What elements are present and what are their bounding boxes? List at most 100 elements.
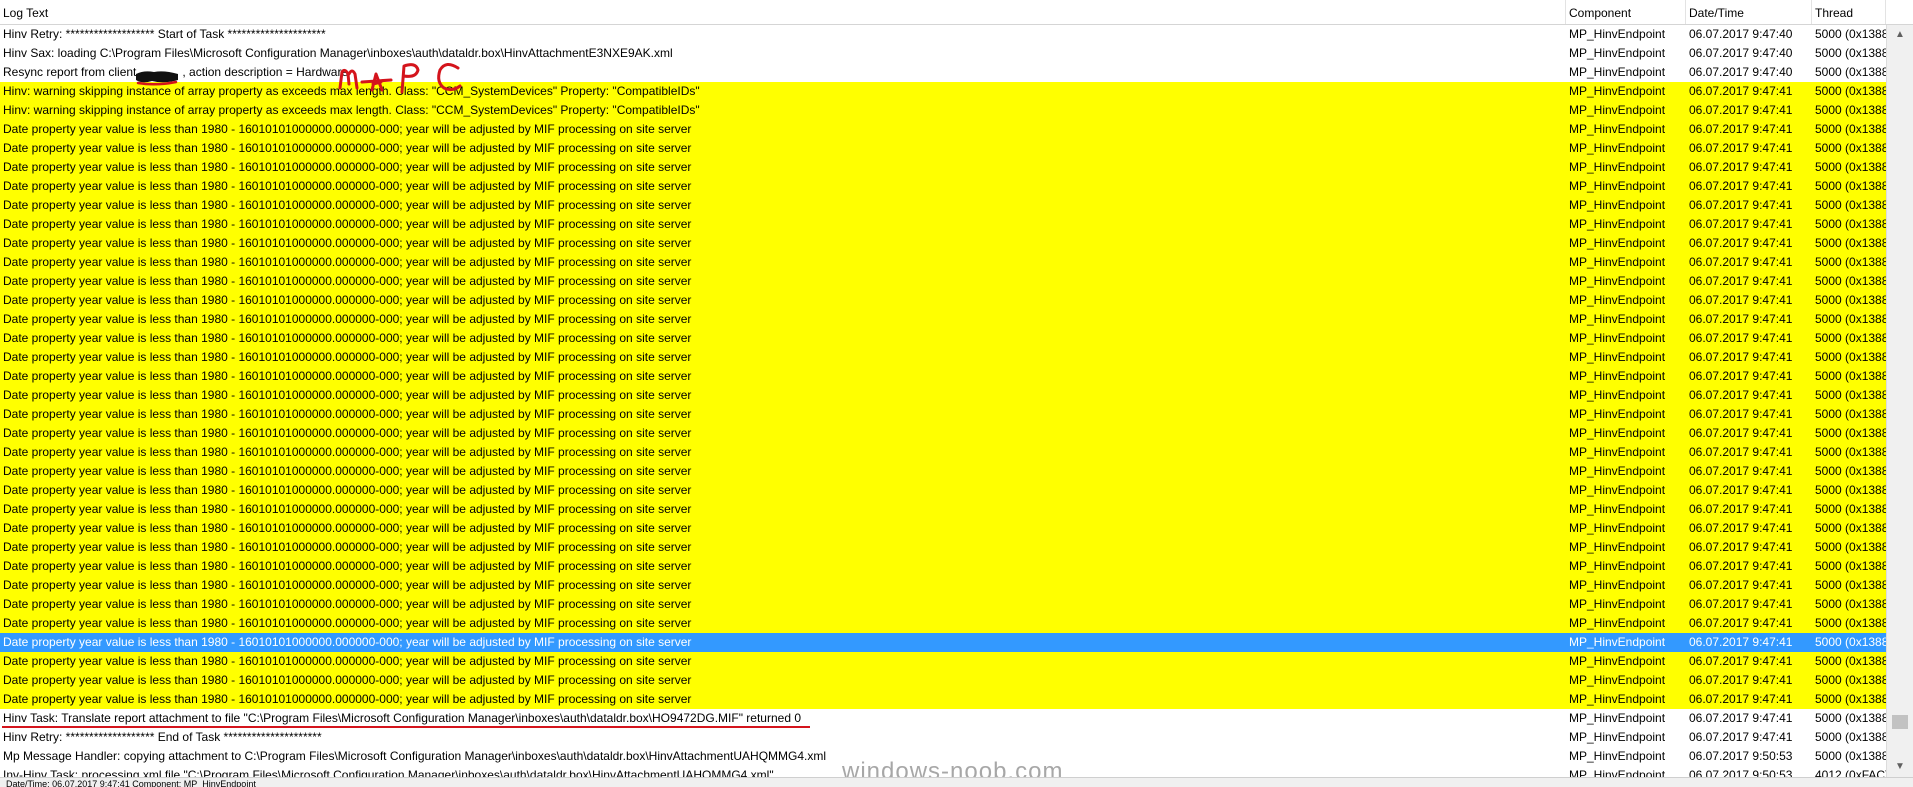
log-row[interactable]: Date property year value is less than 19… <box>0 367 1886 386</box>
component-cell: MP_HinvEndpoint <box>1569 407 1666 421</box>
datetime-cell: 06.07.2017 9:47:41 <box>1689 483 1793 497</box>
log-row[interactable]: Date property year value is less than 19… <box>0 462 1886 481</box>
log-text-cell: Date property year value is less than 19… <box>3 464 692 478</box>
log-row[interactable]: Date property year value is less than 19… <box>0 538 1886 557</box>
log-row[interactable]: Date property year value is less than 19… <box>0 576 1886 595</box>
thread-cell: 5000 (0x1388) <box>1815 388 1886 402</box>
log-row[interactable]: Hinv Retry: ******************* End of T… <box>0 728 1886 747</box>
thread-cell: 5000 (0x1388) <box>1815 331 1886 345</box>
log-row[interactable]: Date property year value is less than 19… <box>0 253 1886 272</box>
thread-cell: 5000 (0x1388) <box>1815 312 1886 326</box>
log-text-cell: Hinv: warning skipping instance of array… <box>3 103 700 117</box>
datetime-cell: 06.07.2017 9:47:41 <box>1689 426 1793 440</box>
log-row[interactable]: Date property year value is less than 19… <box>0 519 1886 538</box>
datetime-cell: 06.07.2017 9:47:41 <box>1689 692 1793 706</box>
datetime-cell: 06.07.2017 9:47:41 <box>1689 730 1793 744</box>
scroll-thumb[interactable] <box>1892 715 1908 729</box>
thread-cell: 5000 (0x1388) <box>1815 654 1886 668</box>
thread-cell: 5000 (0x1388) <box>1815 103 1886 117</box>
log-row[interactable]: Date property year value is less than 19… <box>0 443 1886 462</box>
column-header-component[interactable]: Component <box>1566 0 1686 24</box>
component-cell: MP_HinvEndpoint <box>1569 692 1666 706</box>
log-row[interactable]: Date property year value is less than 19… <box>0 481 1886 500</box>
log-row[interactable]: Hinv: warning skipping instance of array… <box>0 82 1886 101</box>
log-row[interactable]: Hinv Sax: loading C:\Program Files\Micro… <box>0 44 1886 63</box>
log-row[interactable]: Hinv Task: Translate report attachment t… <box>0 709 1886 728</box>
log-row[interactable]: Date property year value is less than 19… <box>0 652 1886 671</box>
log-row[interactable]: Date property year value is less than 19… <box>0 329 1886 348</box>
log-text-cell: Date property year value is less than 19… <box>3 122 692 136</box>
component-cell: MP_HinvEndpoint <box>1569 749 1666 763</box>
log-text-cell: Date property year value is less than 19… <box>3 293 692 307</box>
component-cell: MP_HinvEndpoint <box>1569 46 1666 60</box>
log-row[interactable]: Date property year value is less than 19… <box>0 500 1886 519</box>
component-cell: MP_HinvEndpoint <box>1569 350 1666 364</box>
datetime-cell: 06.07.2017 9:47:41 <box>1689 673 1793 687</box>
thread-cell: 5000 (0x1388) <box>1815 122 1886 136</box>
thread-cell: 5000 (0x1388) <box>1815 616 1886 630</box>
datetime-cell: 06.07.2017 9:47:40 <box>1689 27 1793 41</box>
log-list[interactable]: Hinv Retry: ******************* Start of… <box>0 25 1886 777</box>
thread-cell: 5000 (0x1388) <box>1815 27 1886 41</box>
log-row[interactable]: Date property year value is less than 19… <box>0 158 1886 177</box>
detail-pane: Date/Time: 06.07.2017 9:47:41 Component:… <box>0 777 1913 787</box>
log-row[interactable]: Date property year value is less than 19… <box>0 348 1886 367</box>
column-header-datetime[interactable]: Date/Time <box>1686 0 1812 24</box>
log-row[interactable]: Date property year value is less than 19… <box>0 272 1886 291</box>
log-row[interactable]: Date property year value is less than 19… <box>0 120 1886 139</box>
log-row[interactable]: Date property year value is less than 19… <box>0 310 1886 329</box>
datetime-cell: 06.07.2017 9:47:41 <box>1689 540 1793 554</box>
scroll-down-arrow-icon[interactable]: ▼ <box>1887 757 1913 777</box>
log-text-cell: Mp Message Handler: copying attachment t… <box>3 749 827 763</box>
column-header-log-text[interactable]: Log Text <box>0 0 1566 24</box>
thread-cell: 5000 (0x1388) <box>1815 236 1886 250</box>
log-row[interactable]: Date property year value is less than 19… <box>0 139 1886 158</box>
log-row[interactable]: Resync report from client , action descri… <box>0 63 1886 82</box>
log-text-part: , action description = Hardware <box>182 65 349 79</box>
datetime-cell: 06.07.2017 9:47:41 <box>1689 293 1793 307</box>
log-text-cell: Date property year value is less than 19… <box>3 236 692 250</box>
thread-cell: 5000 (0x1388) <box>1815 597 1886 611</box>
log-row[interactable]: Hinv Retry: ******************* Start of… <box>0 25 1886 44</box>
log-row[interactable]: Date property year value is less than 19… <box>0 215 1886 234</box>
component-cell: MP_HinvEndpoint <box>1569 521 1666 535</box>
component-cell: MP_HinvEndpoint <box>1569 597 1666 611</box>
thread-cell: 5000 (0x1388) <box>1815 578 1886 592</box>
log-row[interactable]: Hinv: warning skipping instance of array… <box>0 101 1886 120</box>
log-text-cell: Date property year value is less than 19… <box>3 578 692 592</box>
log-row[interactable]: Date property year value is less than 19… <box>0 405 1886 424</box>
datetime-cell: 06.07.2017 9:47:41 <box>1689 597 1793 611</box>
handwritten-annotation <box>338 63 462 94</box>
datetime-cell: 06.07.2017 9:47:41 <box>1689 407 1793 421</box>
datetime-cell: 06.07.2017 9:47:41 <box>1689 559 1793 573</box>
component-cell: MP_HinvEndpoint <box>1569 331 1666 345</box>
datetime-cell: 06.07.2017 9:47:41 <box>1689 198 1793 212</box>
log-row[interactable]: Date property year value is less than 19… <box>0 234 1886 253</box>
scroll-up-arrow-icon[interactable]: ▲ <box>1887 25 1913 45</box>
log-row[interactable]: Date property year value is less than 19… <box>0 671 1886 690</box>
log-text-cell: Date property year value is less than 19… <box>3 141 692 155</box>
datetime-cell: 06.07.2017 9:47:41 <box>1689 217 1793 231</box>
log-row[interactable]: Date property year value is less than 19… <box>0 291 1886 310</box>
datetime-cell: 06.07.2017 9:47:41 <box>1689 654 1793 668</box>
thread-cell: 5000 (0x1388) <box>1815 521 1886 535</box>
component-cell: MP_HinvEndpoint <box>1569 673 1666 687</box>
log-row[interactable]: Date property year value is less than 19… <box>0 386 1886 405</box>
log-text-cell: Date property year value is less than 19… <box>3 369 692 383</box>
log-text-cell: Date property year value is less than 19… <box>3 559 692 573</box>
vertical-scrollbar[interactable]: ▲ ▼ <box>1886 25 1913 777</box>
log-row[interactable]: Date property year value is less than 19… <box>0 557 1886 576</box>
column-header-thread[interactable]: Thread <box>1812 0 1886 24</box>
log-row[interactable]: Date property year value is less than 19… <box>0 595 1886 614</box>
log-viewer: Log Text Component Date/Time Thread Hinv… <box>0 0 1913 787</box>
component-cell: MP_HinvEndpoint <box>1569 217 1666 231</box>
log-row[interactable]: Date property year value is less than 19… <box>0 690 1886 709</box>
log-row[interactable]: Date property year value is less than 19… <box>0 614 1886 633</box>
log-row[interactable]: Date property year value is less than 19… <box>0 196 1886 215</box>
thread-cell: 5000 (0x1388) <box>1815 559 1886 573</box>
log-row[interactable]: Date property year value is less than 19… <box>0 633 1886 652</box>
component-cell: MP_HinvEndpoint <box>1569 179 1666 193</box>
log-row[interactable]: Date property year value is less than 19… <box>0 424 1886 443</box>
log-row[interactable]: Date property year value is less than 19… <box>0 177 1886 196</box>
datetime-cell: 06.07.2017 9:47:41 <box>1689 122 1793 136</box>
